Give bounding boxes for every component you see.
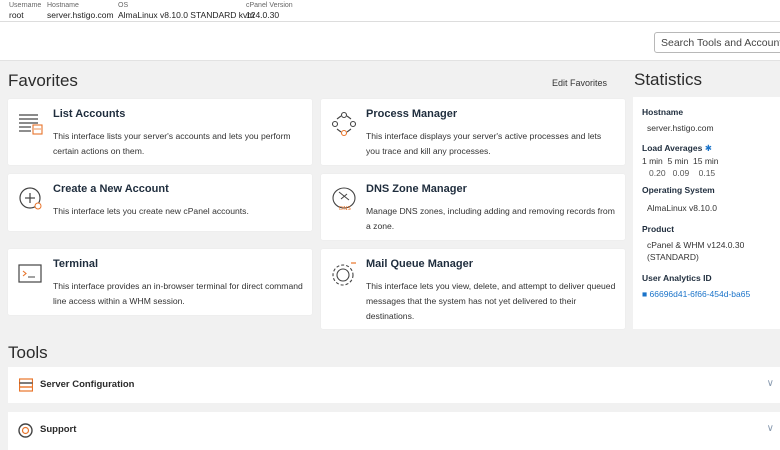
card-create-account[interactable]: Create a New Account This interface lets…	[8, 174, 312, 231]
stat-os-label: Operating System	[642, 185, 715, 195]
stat-analytics-row[interactable]: ■ 66696d41-6f66-454d-ba65	[642, 289, 750, 300]
dns-zone-icon: DNS	[332, 187, 356, 212]
pin-icon[interactable]: ✱	[705, 143, 712, 153]
stat-product-line2: (STANDARD)	[647, 252, 699, 262]
card-title[interactable]: DNS Zone Manager	[366, 183, 467, 195]
favorites-heading: Favorites	[8, 71, 78, 90]
card-list-accounts[interactable]: List Accounts This interface lists your …	[8, 99, 312, 165]
cpanel-label: cPanel Version	[246, 2, 293, 9]
card-process-manager[interactable]: Process Manager This interface displays …	[321, 99, 625, 165]
chevron-down-icon[interactable]: ∨	[767, 423, 774, 434]
cpanel-info: cPanel Version 124.0.30	[246, 1, 293, 21]
card-title[interactable]: Terminal	[53, 258, 98, 270]
os-info: OS AlmaLinux v8.10.0 STANDARD kvm	[118, 1, 254, 21]
statistics-panel: Hostname server.hstigo.com Load Averages…	[633, 97, 780, 329]
card-description: Manage DNS zones, including adding and r…	[366, 206, 615, 231]
search-input[interactable]: Search Tools and Accounts	[654, 32, 780, 53]
stat-analytics-label: User Analytics ID	[642, 273, 712, 283]
edit-favorites-link[interactable]: Edit Favorites	[552, 78, 607, 88]
os-label: OS	[118, 2, 129, 9]
tool-label[interactable]: Support	[40, 424, 76, 435]
tool-label[interactable]: Server Configuration	[40, 379, 135, 390]
card-terminal[interactable]: Terminal This interface provides an in-b…	[8, 249, 312, 315]
stat-load-label: Load Averages ✱	[642, 143, 712, 154]
chevron-down-icon[interactable]: ∨	[767, 378, 774, 389]
server-info-bar: Username root Hostname server.hstigo.com…	[0, 0, 780, 22]
card-mail-queue-manager[interactable]: Mail Queue Manager This interface lets y…	[321, 249, 625, 329]
load-averages-label: Load Averages	[642, 143, 703, 153]
list-accounts-icon	[19, 114, 43, 135]
hostname-value: server.hstigo.com	[47, 10, 114, 20]
copy-icon[interactable]: ■	[642, 289, 647, 299]
username-info: Username root	[9, 1, 41, 21]
card-title[interactable]: Create a New Account	[53, 183, 169, 195]
card-description: This interface displays your server's ac…	[366, 131, 602, 156]
stat-os-value: AlmaLinux v8.10.0	[647, 203, 717, 213]
username-value: root	[9, 10, 24, 20]
process-manager-icon	[331, 111, 357, 137]
username-label: Username	[9, 2, 42, 9]
svg-text:DNS: DNS	[339, 206, 351, 212]
hostname-info: Hostname server.hstigo.com	[47, 1, 114, 21]
search-row: Search Tools and Accounts	[0, 22, 780, 61]
card-title[interactable]: Process Manager	[366, 108, 457, 120]
server-config-icon	[19, 378, 33, 392]
terminal-icon	[18, 264, 42, 283]
tool-server-configuration[interactable]: Server Configuration ∨	[8, 367, 780, 403]
tool-support[interactable]: Support ∨	[8, 412, 780, 450]
create-account-icon	[19, 187, 42, 210]
stat-product-label: Product	[642, 224, 675, 234]
card-description: This interface lets you view, delete, an…	[366, 281, 616, 321]
tools-heading: Tools	[8, 343, 48, 362]
mail-queue-icon	[332, 262, 356, 286]
load-headers: 1 min 5 min 15 min	[642, 156, 719, 166]
card-title[interactable]: Mail Queue Manager	[366, 258, 473, 270]
load-values: 0.20 0.09 0.15	[649, 168, 716, 178]
support-icon	[18, 423, 33, 438]
cpanel-value: 124.0.30	[246, 10, 280, 20]
os-value: AlmaLinux v8.10.0 STANDARD kvm	[118, 10, 255, 20]
stat-product-line1: cPanel & WHM v124.0.30	[647, 240, 745, 250]
card-dns-zone-manager[interactable]: DNS DNS Zone Manager Manage DNS zones, i…	[321, 174, 625, 240]
card-description: This interface lets you create new cPane…	[53, 206, 249, 216]
stat-analytics-value[interactable]: 66696d41-6f66-454d-ba65	[650, 289, 751, 299]
stat-hostname-label: Hostname	[642, 107, 684, 117]
stat-hostname-value: server.hstigo.com	[647, 123, 714, 133]
card-description: This interface provides an in-browser te…	[53, 281, 303, 306]
card-title[interactable]: List Accounts	[53, 108, 125, 120]
hostname-label: Hostname	[47, 2, 79, 9]
card-description: This interface lists your server's accou…	[53, 131, 291, 156]
statistics-heading: Statistics	[634, 70, 703, 89]
